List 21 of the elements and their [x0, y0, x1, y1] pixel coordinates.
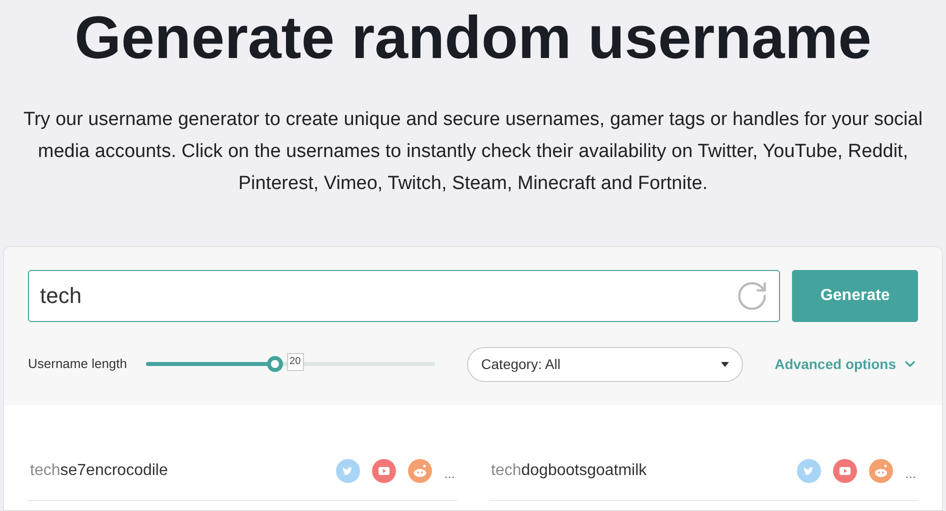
username-row[interactable]: techse7encrocodile ... [28, 441, 457, 501]
slider-value: 20 [286, 353, 304, 371]
play-icon[interactable] [372, 458, 396, 482]
alien-face-icon[interactable] [869, 458, 894, 482]
page-title: Generate random username [74, 8, 872, 68]
username-text[interactable]: techse7encrocodile [30, 458, 168, 482]
intro-paragraph: Try our username generator to create unique and secure usernames, gamer tags or handles for your social media accounts. Click on the usernames to instantly check their availability on Twitter, YouTube, Reddit, Pinterest, Vimeo, Twitch, Steam, Minecraft and Fortnite. [22, 108, 924, 196]
username-text[interactable]: techdogbootsgoatmilk [491, 458, 647, 482]
more-text[interactable]: ... [444, 464, 455, 484]
more-text[interactable]: ... [905, 464, 916, 484]
length-slider[interactable]: 20 [146, 356, 436, 372]
search-field[interactable]: tech [28, 270, 780, 322]
slider-label: Username length [28, 355, 128, 374]
play-icon[interactable] [833, 458, 858, 482]
username-row[interactable]: techdogbootsgoatmilk ... [489, 441, 918, 501]
bird-icon[interactable] [797, 458, 822, 482]
slider-thumb[interactable] [266, 356, 283, 372]
category-dropdown[interactable]: Category: All [467, 346, 743, 382]
caret-icon [720, 362, 729, 366]
alien-face-icon[interactable] [408, 458, 432, 482]
bird-icon[interactable] [336, 458, 360, 482]
